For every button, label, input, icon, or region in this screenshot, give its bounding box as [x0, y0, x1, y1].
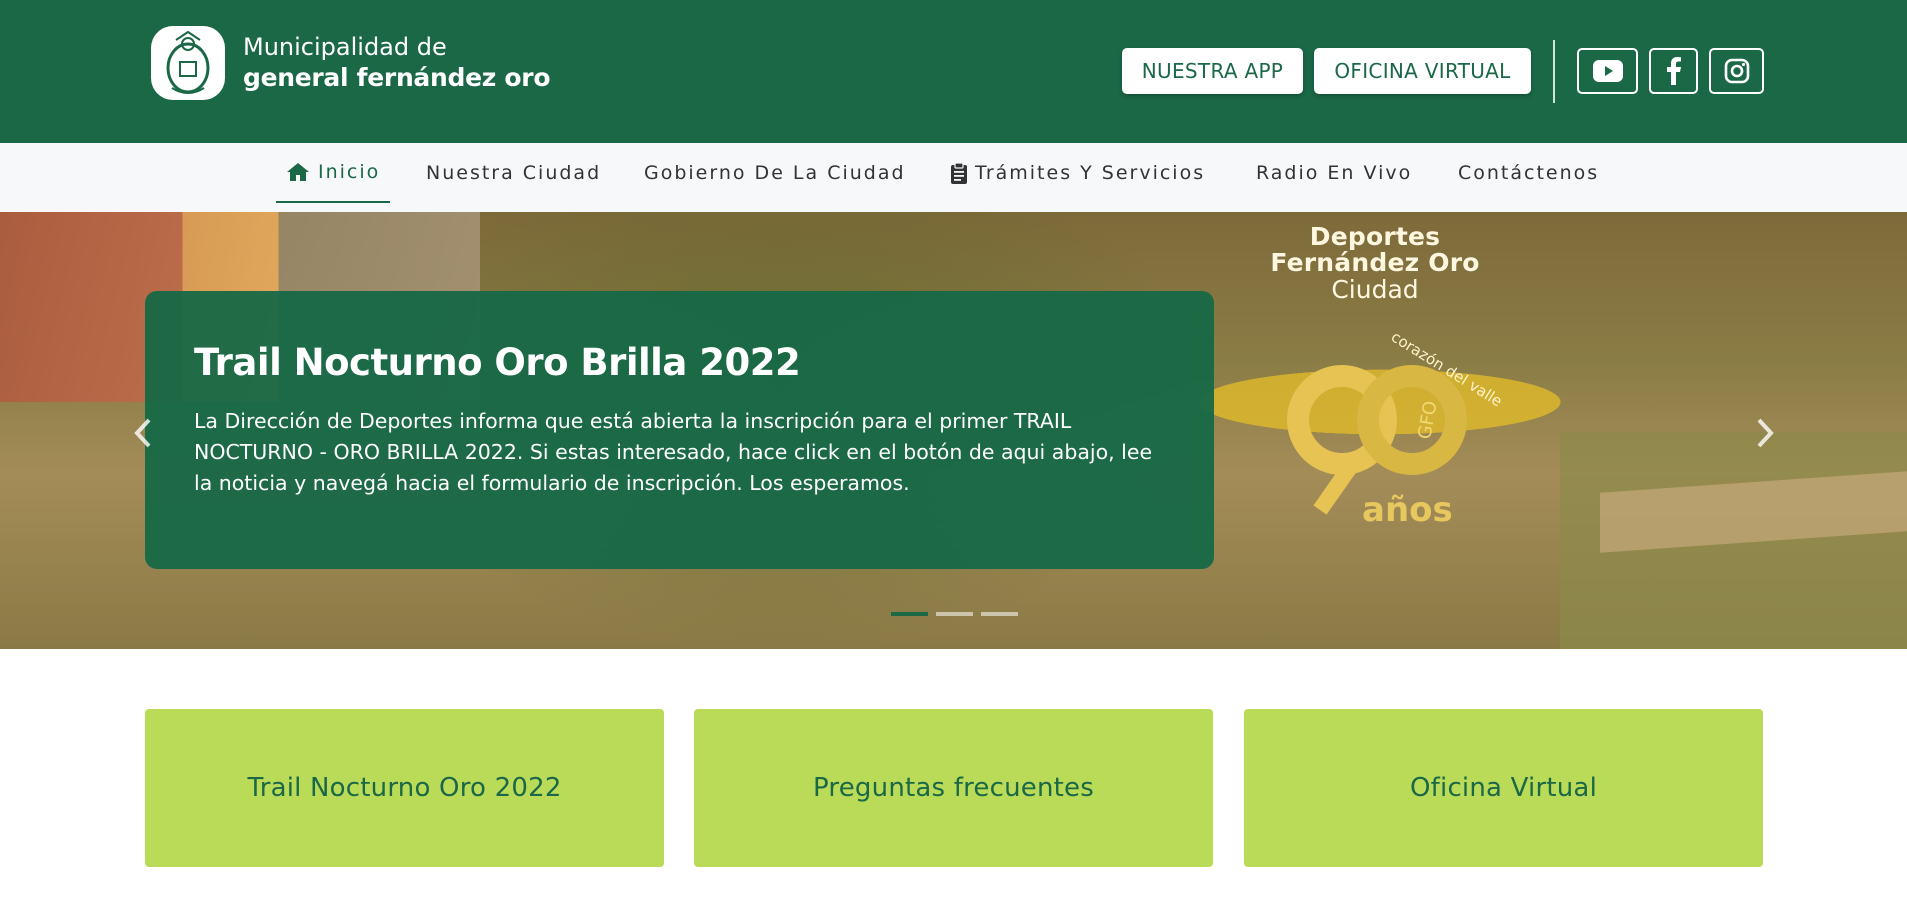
carousel-caption: Trail Nocturno Oro Brilla 2022 La Direcc…: [145, 291, 1214, 569]
carousel-next-button[interactable]: [1750, 413, 1780, 453]
overlay-title-line-3: Ciudad: [1331, 274, 1419, 304]
chevron-left-icon: [134, 418, 151, 448]
card-oficina-virtual[interactable]: Oficina Virtual: [1244, 709, 1763, 867]
nav-item-label: Inicio: [318, 161, 381, 183]
carousel-indicator-1[interactable]: [891, 612, 928, 616]
overlay-title-line-2: Fernández Oro: [1270, 248, 1480, 278]
youtube-icon: [1592, 60, 1623, 82]
caption-text: La Dirección de Deportes informa que est…: [194, 409, 1153, 495]
nav-item-nuestra-ciudad[interactable]: Nuestra Ciudad: [426, 143, 601, 203]
overlay-gfo: GFO: [1414, 399, 1441, 441]
deportes-overlay-logo: Deportes Fernández Oro Ciudad: [1270, 222, 1480, 304]
youtube-link[interactable]: [1577, 48, 1638, 94]
top-header: Municipalidad de general fernández oro N…: [0, 0, 1907, 143]
overlay-title-line-1: Deportes: [1309, 222, 1441, 251]
nav-item-radio[interactable]: Radio En Vivo: [1256, 143, 1412, 203]
header-divider: [1553, 40, 1555, 103]
facebook-link[interactable]: [1649, 48, 1698, 94]
overlay-anos-text: años: [1362, 490, 1453, 530]
municipal-shield-logo: [151, 26, 225, 100]
caption-title: Trail Nocturno Oro Brilla 2022: [194, 341, 801, 384]
card-trail-nocturno[interactable]: Trail Nocturno Oro 2022: [145, 709, 664, 867]
card-preguntas-frecuentes[interactable]: Preguntas frecuentes: [694, 709, 1213, 867]
instagram-link[interactable]: [1709, 48, 1764, 94]
nav-item-contactenos[interactable]: Contáctenos: [1458, 143, 1599, 203]
instagram-icon: [1724, 58, 1749, 84]
carousel-prev-button[interactable]: [128, 413, 158, 453]
brand-text: Municipalidad de general fernández oro: [243, 32, 551, 93]
carousel-indicator-3[interactable]: [981, 612, 1018, 616]
carousel-indicators: [891, 612, 1018, 616]
brand-line-1: Municipalidad de: [243, 33, 447, 62]
card-label: Oficina Virtual: [1410, 773, 1597, 803]
nav-item-label: Trámites Y Servicios: [975, 162, 1206, 184]
oficina-virtual-button[interactable]: OFICINA VIRTUAL: [1314, 48, 1531, 94]
card-label: Trail Nocturno Oro 2022: [247, 773, 562, 803]
home-icon: [287, 163, 309, 181]
card-label: Preguntas frecuentes: [813, 773, 1094, 803]
chevron-right-icon: [1757, 418, 1774, 448]
nav-item-gobierno[interactable]: Gobierno De La Ciudad: [644, 143, 906, 203]
nav-item-label: Nuestra Ciudad: [426, 162, 602, 184]
clipboard-icon: [951, 162, 967, 184]
nav-item-label: Contáctenos: [1458, 162, 1600, 184]
nav-item-inicio[interactable]: Inicio: [276, 143, 391, 203]
carousel-indicator-2[interactable]: [936, 612, 973, 616]
brand-line-2: general fernández oro: [243, 63, 551, 93]
nuestra-app-button[interactable]: NUESTRA APP: [1122, 48, 1303, 94]
main-nav: Inicio Nuestra Ciudad Gobierno De La Ciu…: [0, 143, 1907, 212]
nav-item-label: Gobierno De La Ciudad: [644, 162, 906, 184]
nav-item-label: Radio En Vivo: [1256, 162, 1413, 184]
nav-item-tramites[interactable]: Trámites Y Servicios: [951, 143, 1205, 203]
brand[interactable]: Municipalidad de general fernández oro: [151, 26, 551, 100]
facebook-icon: [1666, 57, 1681, 85]
